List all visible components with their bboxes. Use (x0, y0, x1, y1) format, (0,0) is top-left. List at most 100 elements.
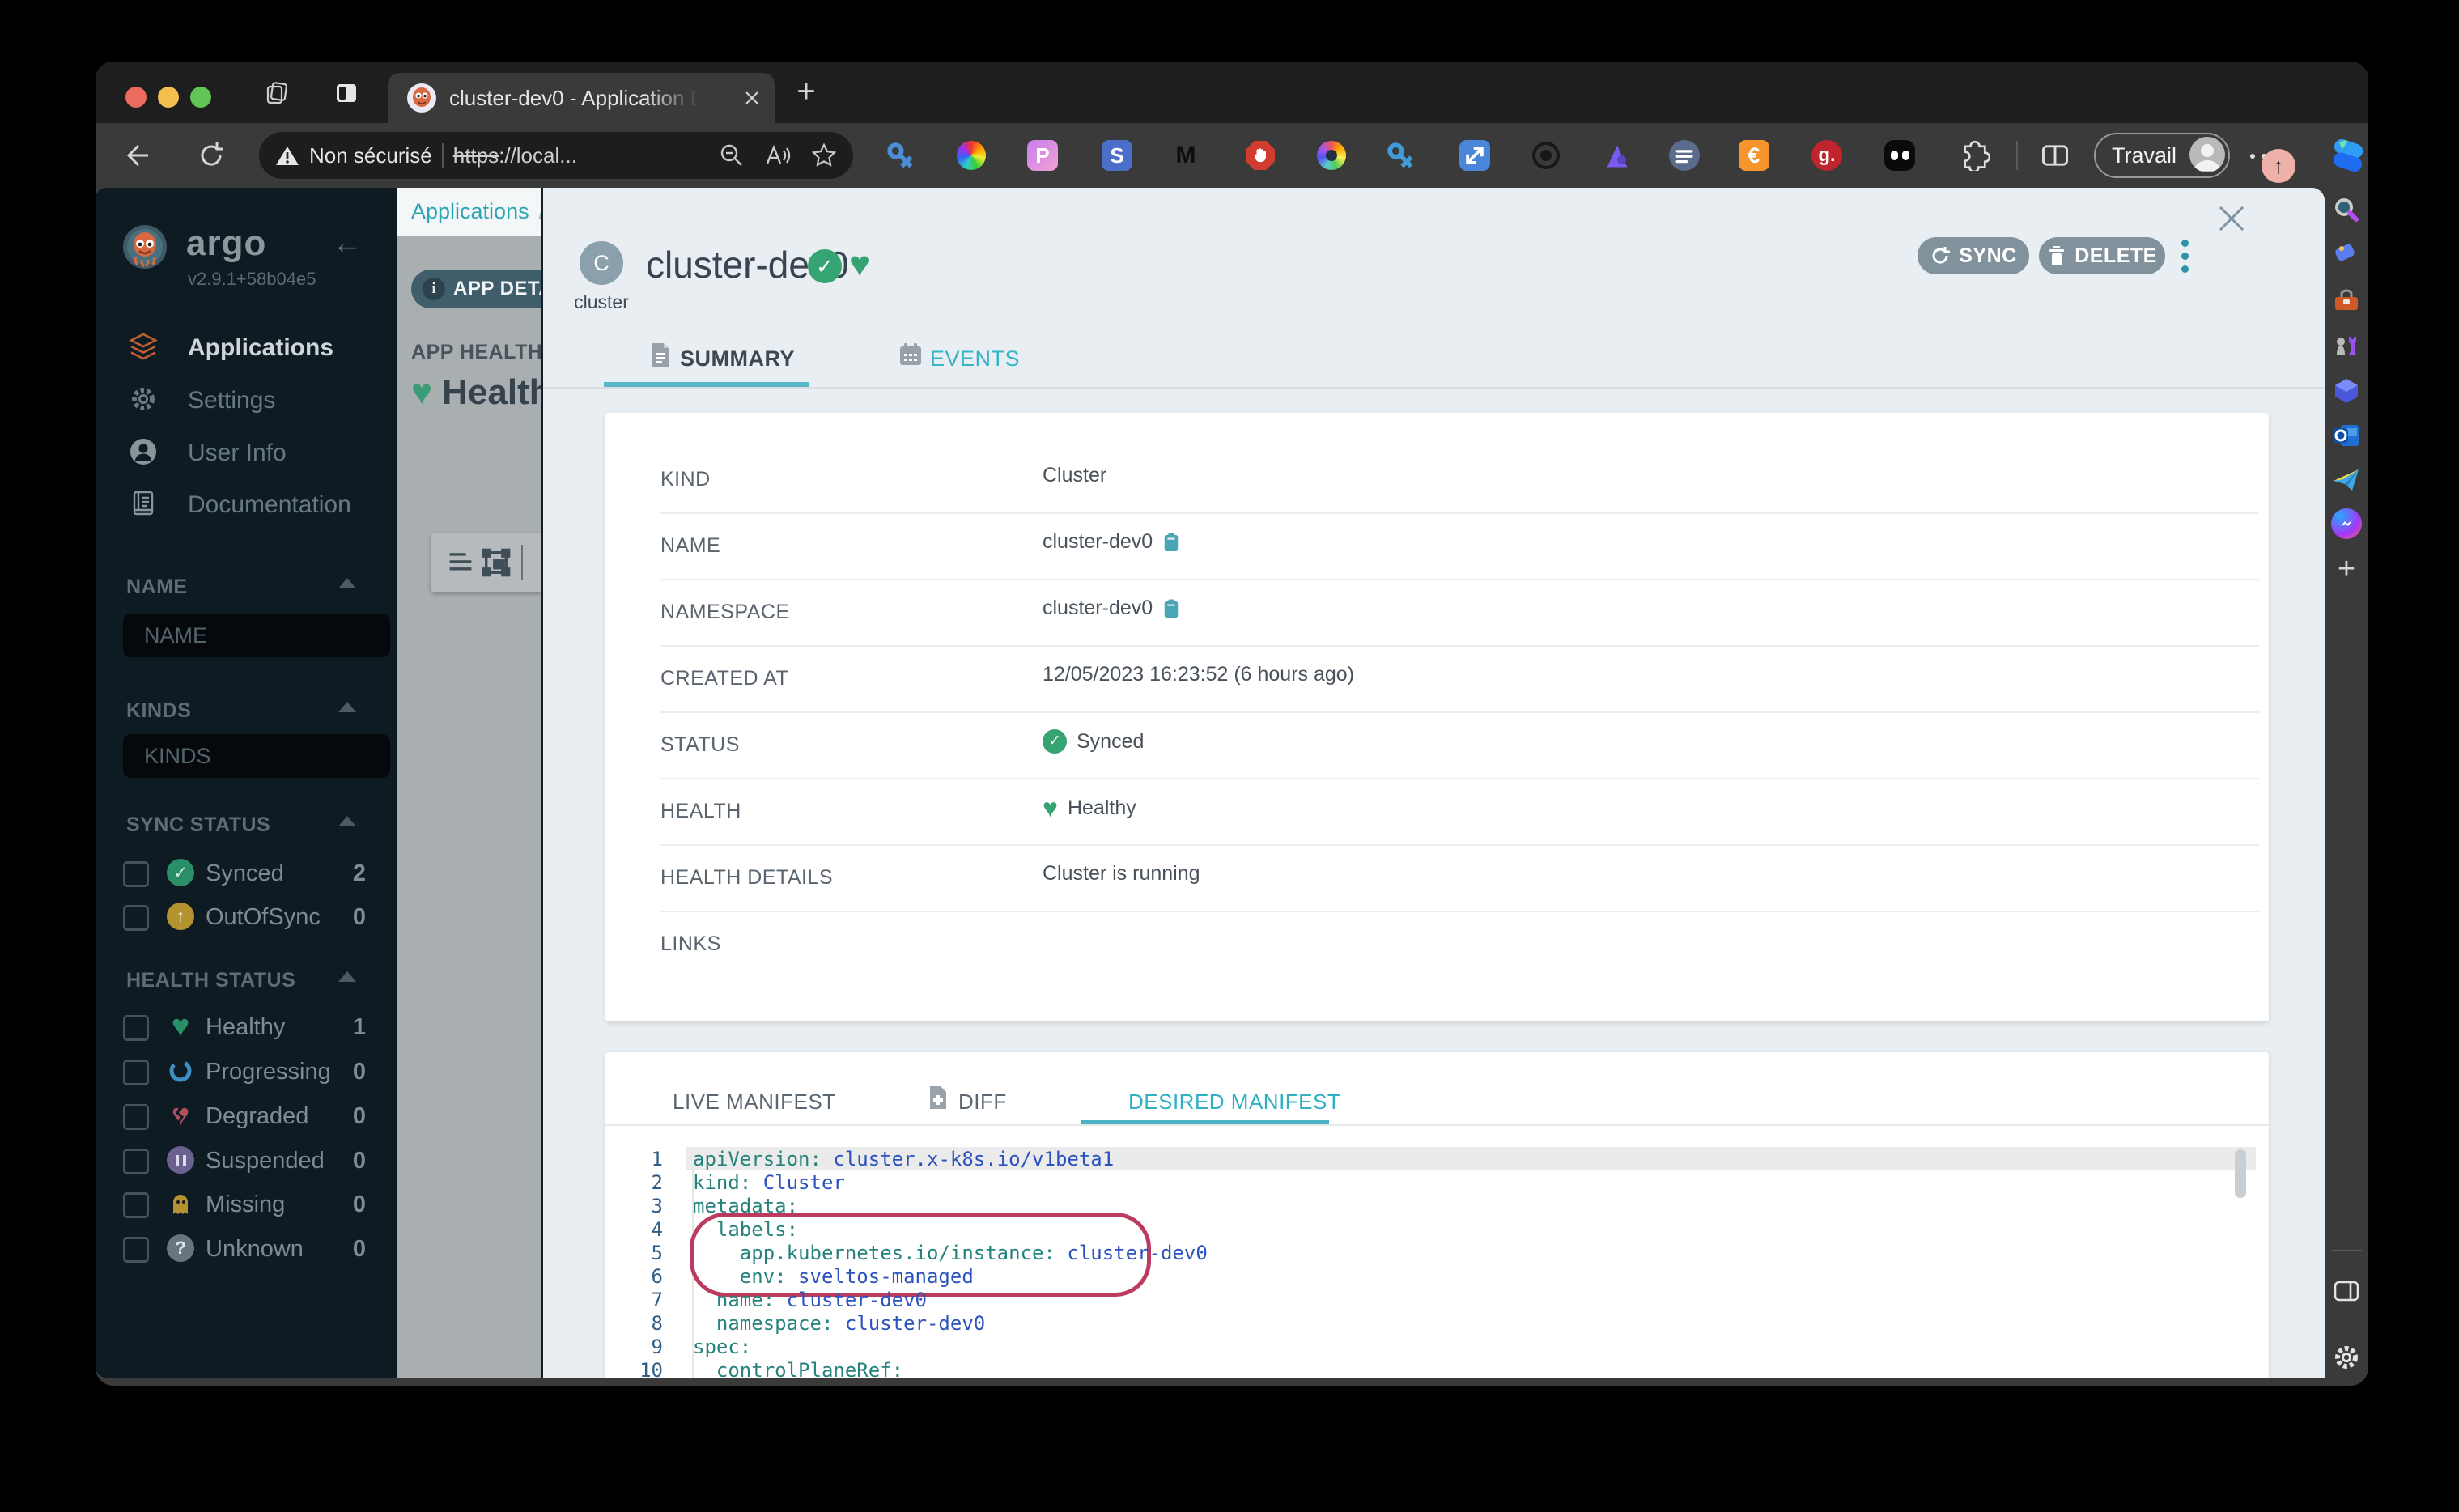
tab-summary[interactable]: SUMMARY (680, 346, 795, 372)
browser-tab[interactable]: cluster-dev0 - Application Det (388, 73, 775, 123)
copy-clipboard-icon[interactable] (1162, 532, 1180, 553)
applications-layers-icon (128, 331, 159, 362)
tab-diff[interactable]: DIFF (958, 1089, 1007, 1115)
list-view-icon[interactable] (445, 547, 476, 578)
key2-extension-icon[interactable] (1385, 140, 1416, 171)
app-details-label: APP DETAILS (453, 278, 541, 299)
filter-row-suspended[interactable]: Suspended 0 (96, 1145, 397, 1178)
panel-toggle-icon[interactable] (2331, 1276, 2362, 1306)
collapse-sync-icon[interactable] (338, 816, 356, 826)
zoom-window-button[interactable] (190, 87, 211, 108)
app-details-button[interactable]: i APP DETAILS (411, 270, 541, 308)
collapse-sidebar-icon[interactable]: ← (332, 227, 363, 261)
sidebar-item-user-info[interactable]: User Info (96, 435, 397, 474)
sidebar-item-documentation[interactable]: Documentation (96, 486, 397, 525)
unknown-checkbox[interactable] (123, 1237, 149, 1263)
color-picker-extension-icon[interactable] (956, 140, 987, 171)
p-extension-icon[interactable]: P (1027, 140, 1058, 171)
network-view-icon[interactable] (481, 547, 512, 578)
outlook-icon[interactable] (2331, 420, 2362, 451)
toolbox-icon[interactable] (2331, 286, 2362, 316)
telegram-icon[interactable] (2331, 465, 2362, 495)
sidebar-item-label: User Info (188, 440, 287, 466)
back-icon[interactable] (121, 141, 150, 170)
name-filter-input[interactable] (123, 614, 390, 657)
split-screen-icon[interactable] (2040, 140, 2070, 171)
code-scrollbar[interactable] (2235, 1149, 2246, 1198)
m-extension-icon[interactable]: M (1170, 140, 1201, 171)
kinds-filter-input[interactable] (123, 734, 390, 778)
collapse-health-icon[interactable] (338, 971, 356, 982)
new-tab-button[interactable]: + (790, 70, 822, 115)
recorder-extension-icon[interactable] (1531, 140, 1561, 171)
extensions-puzzle-icon[interactable] (1960, 140, 1990, 171)
minimize-window-button[interactable] (158, 87, 179, 108)
summary-card: KIND Cluster NAME cluster-dev0 NAMESPACE… (605, 413, 2269, 1021)
add-sidebar-item-icon[interactable]: + (2331, 554, 2362, 584)
delete-button[interactable]: DELETE (2039, 237, 2165, 274)
summary-row-created-at: CREATED AT 12/05/2023 16:23:52 (6 hours … (660, 645, 2259, 713)
settings-gear-icon[interactable] (2331, 1342, 2362, 1373)
tab-desired-manifest[interactable]: DESIRED MANIFEST (1128, 1089, 1340, 1115)
palette-extension-icon[interactable] (1316, 140, 1347, 171)
filter-row-outofsync[interactable]: ↑ OutOfSync 0 (96, 902, 397, 934)
filter-row-unknown[interactable]: ? Unknown 0 (96, 1234, 397, 1266)
filter-row-healthy[interactable]: ♥ Healthy 1 (96, 1009, 397, 1044)
address-bar[interactable]: Non sécurisé https://local... (259, 132, 853, 179)
notes-app-icon[interactable] (1669, 140, 1700, 171)
update-available-badge[interactable]: ↑ (2262, 149, 2295, 183)
workspace-icon[interactable] (334, 81, 359, 105)
close-panel-icon[interactable] (2214, 201, 2249, 236)
menu-dots-icon[interactable] (2250, 154, 2255, 159)
tab-close-icon[interactable] (742, 88, 762, 108)
yaml-editor[interactable]: 1 apiVersion: cluster.x-k8s.io/v1beta1 2k… (605, 1126, 2269, 1378)
profile-button[interactable]: Travail (2094, 133, 2230, 178)
messenger-icon[interactable] (2331, 508, 2362, 539)
shopping-tag-icon[interactable] (2331, 238, 2362, 269)
key-extension-icon[interactable] (885, 140, 915, 171)
filter-row-synced[interactable]: ✓ Synced 2 (96, 858, 397, 890)
security-label[interactable]: Non sécurisé (309, 143, 432, 168)
suspended-checkbox[interactable] (123, 1149, 149, 1174)
breadcrumb[interactable]: Applications/ (411, 199, 541, 224)
microsoft-365-icon[interactable] (2331, 376, 2362, 406)
filter-count: 2 (352, 860, 366, 886)
zoom-out-icon[interactable] (719, 142, 745, 168)
sidebar-item-applications[interactable]: Applications (96, 329, 397, 368)
url-text[interactable]: https://local... (453, 143, 577, 168)
missing-checkbox[interactable] (123, 1192, 149, 1218)
search-icon[interactable] (2331, 195, 2362, 226)
sync-button[interactable]: SYNC (1918, 237, 2029, 274)
collapse-kinds-icon[interactable] (338, 702, 356, 712)
tab-live-manifest[interactable]: LIVE MANIFEST (673, 1089, 836, 1115)
games-chess-icon[interactable] (2331, 330, 2362, 361)
degraded-checkbox[interactable] (123, 1104, 149, 1130)
filter-row-degraded[interactable]: ♥ Degraded 0 (96, 1098, 397, 1133)
g-app-icon[interactable]: g. (1811, 140, 1842, 171)
tab-events[interactable]: EVENTS (930, 346, 1020, 372)
sidebar-item-label: Applications (188, 334, 334, 361)
copilot-icon[interactable] (2328, 135, 2368, 176)
mountain-extension-icon[interactable] (1602, 140, 1633, 171)
collapse-name-icon[interactable] (338, 578, 356, 588)
close-window-button[interactable] (125, 87, 147, 108)
progressing-checkbox[interactable] (123, 1060, 149, 1085)
filter-row-progressing[interactable]: Progressing 0 (96, 1056, 397, 1089)
web-page: argo v2.9.1+58b04e5 ← Applications Setti… (96, 188, 2325, 1378)
s-extension-icon[interactable]: S (1102, 140, 1132, 171)
refresh-icon[interactable] (197, 141, 226, 170)
euro-app-icon[interactable]: € (1739, 140, 1769, 171)
healthy-checkbox[interactable] (123, 1015, 149, 1041)
more-actions-kebab-icon[interactable] (2180, 240, 2189, 278)
arrows-extension-icon[interactable] (1459, 140, 1490, 171)
copy-clipboard-icon[interactable] (1162, 598, 1180, 619)
tab-stacks-icon[interactable] (265, 81, 289, 105)
outofsync-checkbox[interactable] (123, 905, 149, 931)
filter-row-missing[interactable]: Missing 0 (96, 1189, 397, 1221)
phantom-app-icon[interactable] (1884, 140, 1915, 171)
sidebar-item-settings[interactable]: Settings (96, 382, 397, 421)
read-aloud-icon[interactable] (764, 142, 792, 168)
adblock-extension-icon[interactable] (1245, 140, 1276, 171)
favorites-star-icon[interactable] (811, 142, 837, 168)
synced-checkbox[interactable] (123, 861, 149, 887)
